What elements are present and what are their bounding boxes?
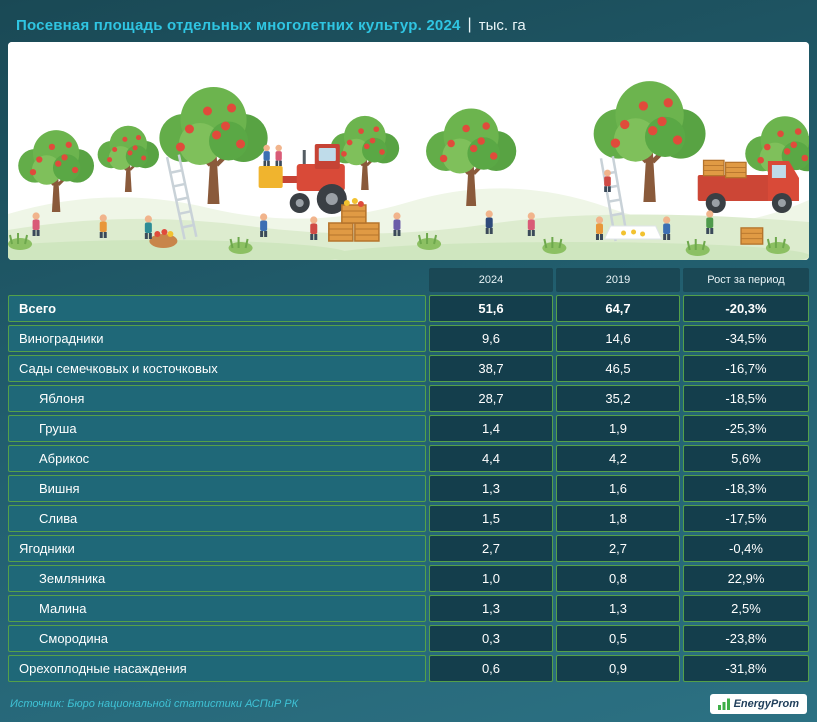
value-2019: 46,5 [556, 355, 680, 382]
orchard-illustration [8, 42, 809, 260]
row-label: Малина [8, 595, 426, 622]
infographic-page: Посевная площадь отдельных многолетних к… [0, 0, 817, 722]
value-growth: 2,5% [683, 595, 809, 622]
value-growth: -25,3% [683, 415, 809, 442]
value-2019: 1,6 [556, 475, 680, 502]
value-2019: 0,5 [556, 625, 680, 652]
value-2024: 1,3 [429, 595, 553, 622]
logo-text: EnergyProm [734, 698, 799, 710]
footer: Источник: Бюро национальной статистики А… [8, 690, 809, 714]
value-2024: 38,7 [429, 355, 553, 382]
row-label: Орехоплодные насаждения [8, 655, 426, 682]
value-2024: 51,6 [429, 295, 553, 322]
data-table: 2024 2019 Рост за период Всего51,664,7-2… [8, 268, 809, 682]
page-title: Посевная площадь отдельных многолетних к… [8, 8, 809, 42]
value-growth: -34,5% [683, 325, 809, 352]
value-growth: -31,8% [683, 655, 809, 682]
value-2024: 28,7 [429, 385, 553, 412]
value-2019: 4,2 [556, 445, 680, 472]
row-label: Груша [8, 415, 426, 442]
row-label: Абрикос [8, 445, 426, 472]
title-unit: тыс. га [479, 17, 526, 34]
value-growth: -16,7% [683, 355, 809, 382]
source-text: Источник: Бюро национальной статистики А… [10, 698, 298, 710]
orchard-illustration-svg [8, 42, 809, 260]
value-2019: 2,7 [556, 535, 680, 562]
value-2024: 4,4 [429, 445, 553, 472]
value-growth: -0,4% [683, 535, 809, 562]
value-2019: 64,7 [556, 295, 680, 322]
value-growth: -23,8% [683, 625, 809, 652]
value-2024: 1,4 [429, 415, 553, 442]
row-label: Слива [8, 505, 426, 532]
header-2019: 2019 [556, 268, 680, 292]
row-label: Ягодники [8, 535, 426, 562]
logo-bars-icon [718, 698, 730, 710]
value-2024: 0,6 [429, 655, 553, 682]
value-2024: 9,6 [429, 325, 553, 352]
value-2019: 14,6 [556, 325, 680, 352]
value-2024: 2,7 [429, 535, 553, 562]
header-label-spacer [8, 268, 426, 292]
title-separator: | [468, 16, 472, 34]
value-2019: 1,3 [556, 595, 680, 622]
row-label: Смородина [8, 625, 426, 652]
row-label: Всего [8, 295, 426, 322]
row-label: Виноградники [8, 325, 426, 352]
value-2024: 1,3 [429, 475, 553, 502]
row-label: Яблоня [8, 385, 426, 412]
value-growth: -18,3% [683, 475, 809, 502]
title-main: Посевная площадь отдельных многолетних к… [16, 17, 461, 34]
row-label: Вишня [8, 475, 426, 502]
value-2019: 0,9 [556, 655, 680, 682]
value-2024: 1,0 [429, 565, 553, 592]
value-2024: 1,5 [429, 505, 553, 532]
value-growth: -18,5% [683, 385, 809, 412]
value-2019: 1,9 [556, 415, 680, 442]
header-growth: Рост за период [683, 268, 809, 292]
value-growth: -20,3% [683, 295, 809, 322]
value-2019: 35,2 [556, 385, 680, 412]
value-growth: 5,6% [683, 445, 809, 472]
row-label: Сады семечковых и косточковых [8, 355, 426, 382]
value-growth: 22,9% [683, 565, 809, 592]
value-growth: -17,5% [683, 505, 809, 532]
row-label: Земляника [8, 565, 426, 592]
energyprom-logo: EnergyProm [710, 694, 807, 714]
header-2024: 2024 [429, 268, 553, 292]
value-2019: 0,8 [556, 565, 680, 592]
value-2024: 0,3 [429, 625, 553, 652]
value-2019: 1,8 [556, 505, 680, 532]
